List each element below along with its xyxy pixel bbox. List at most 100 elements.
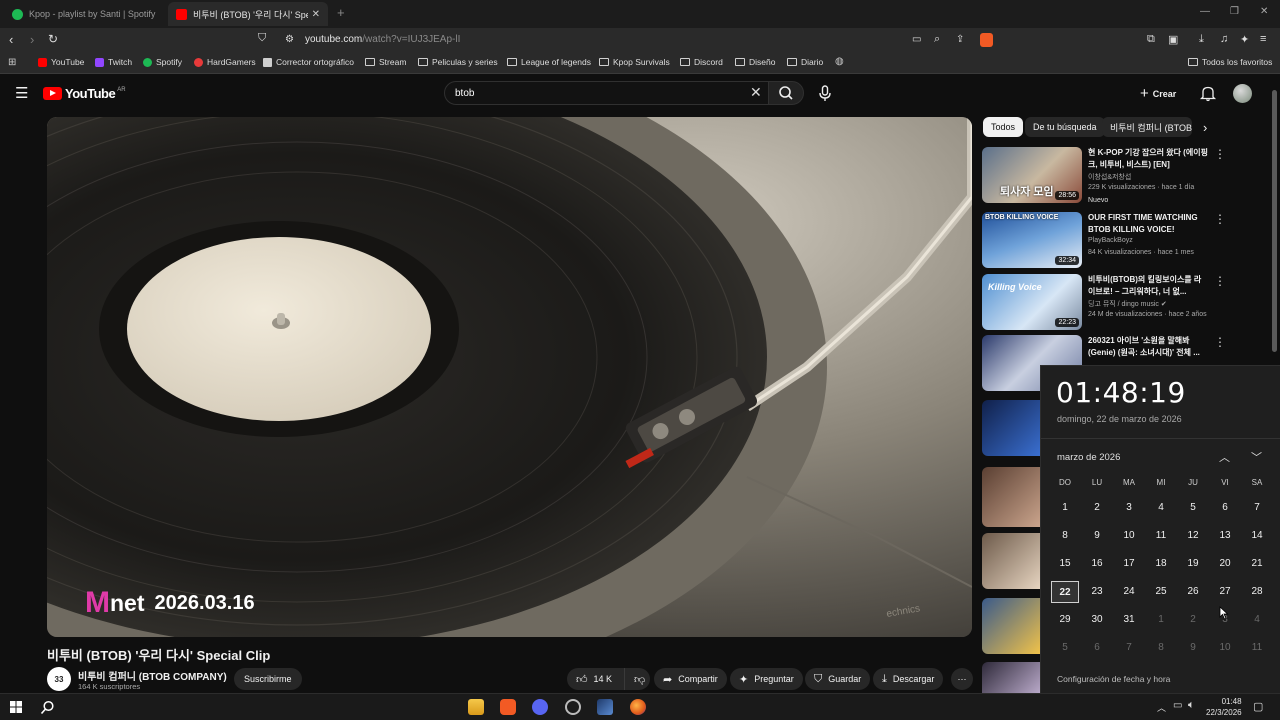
calendar-day[interactable]: 23	[1083, 581, 1111, 603]
file-explorer-icon[interactable]	[468, 699, 484, 715]
share-button[interactable]: ➦ Compartir	[654, 668, 727, 690]
site-info-icon[interactable]: ⚙	[285, 34, 294, 45]
video-thumbnail[interactable]	[982, 400, 1040, 456]
calendar-day[interactable]: 28	[1243, 581, 1271, 603]
like-button[interactable]: 👍︎ 14 K	[567, 668, 625, 690]
forward-icon[interactable]: ›	[30, 32, 34, 47]
new-tab-icon[interactable]: +	[337, 5, 345, 20]
calendar-day[interactable]: 9	[1083, 525, 1111, 547]
calendar-day[interactable]: 1	[1147, 609, 1175, 631]
calendar-day[interactable]: 12	[1179, 525, 1207, 547]
bookmark-folder-kpop[interactable]: Kpop Survivals	[599, 57, 670, 67]
video-thumbnail[interactable]	[982, 662, 1040, 693]
calendar-day[interactable]: 2	[1179, 609, 1207, 631]
video-thumbnail[interactable]	[982, 598, 1040, 654]
calendar-day[interactable]: 26	[1179, 581, 1207, 603]
tab-spotify[interactable]: Kpop - playlist by Santi | Spotify	[4, 2, 164, 26]
bookmark-twitch[interactable]: Twitch	[95, 57, 132, 67]
calendar-day[interactable]: 27	[1211, 581, 1239, 603]
bookmark-folder-lol[interactable]: League of legends	[507, 57, 591, 67]
calendar-day[interactable]: 13	[1211, 525, 1239, 547]
globe-icon[interactable]: ◍	[835, 56, 844, 67]
calendar-day[interactable]: 29	[1051, 609, 1079, 631]
chip-all[interactable]: Todos	[983, 117, 1024, 137]
subscribe-button[interactable]: Suscribirme	[234, 668, 302, 690]
zoom-icon[interactable]: ⌕	[934, 33, 940, 46]
calendar-day[interactable]: 5	[1179, 497, 1207, 519]
video-thumbnail[interactable]	[982, 467, 1040, 527]
page-scrollbar[interactable]	[1272, 90, 1277, 352]
calendar-day[interactable]: 8	[1051, 525, 1079, 547]
calendar-day[interactable]: 4	[1243, 609, 1271, 631]
calendar-day[interactable]: 10	[1115, 525, 1143, 547]
calendar-day[interactable]: 25	[1147, 581, 1175, 603]
maximize-icon[interactable]: ❐	[1230, 6, 1239, 17]
tab-youtube[interactable]: 비투비 (BTOB) '우리 다시' Special ✕	[168, 2, 328, 26]
calendar-day[interactable]: 4	[1147, 497, 1175, 519]
bookmark-corrector[interactable]: Corrector ortográfico	[263, 57, 354, 67]
calendar-day[interactable]: 20	[1211, 553, 1239, 575]
calendar-day[interactable]: 30	[1083, 609, 1111, 631]
minimize-icon[interactable]: —	[1200, 6, 1210, 17]
calendar-day[interactable]: 9	[1179, 637, 1207, 659]
channel-name[interactable]: 비투비 컴퍼니 (BTOB COMPANY)	[78, 668, 227, 683]
calendar-day[interactable]: 19	[1179, 553, 1207, 575]
bookmark-folder-peliculas[interactable]: Peliculas y series	[418, 57, 498, 67]
app-icon[interactable]	[597, 699, 613, 715]
more-vertical-icon[interactable]: ⋮	[1214, 147, 1226, 161]
hamburger-menu-icon[interactable]: ☰	[15, 84, 28, 102]
calendar-day[interactable]: 7	[1243, 497, 1271, 519]
calendar-day[interactable]: 6	[1211, 497, 1239, 519]
tray-clock[interactable]: 01:48 22/3/2026	[1206, 696, 1242, 718]
dislike-button[interactable]: 👎︎	[624, 668, 650, 690]
calendar-day[interactable]: 11	[1147, 525, 1175, 547]
windows-start-icon[interactable]	[10, 701, 22, 713]
calendar-day[interactable]: 24	[1115, 581, 1143, 603]
chevron-up-icon[interactable]: ︿	[1219, 449, 1230, 465]
obs-icon[interactable]	[565, 699, 581, 715]
calendar-month-label[interactable]: marzo de 2026	[1057, 452, 1120, 463]
bookmark-folder-discord[interactable]: Discord	[680, 57, 723, 67]
menu-icon[interactable]: ≡	[1260, 33, 1266, 45]
create-button[interactable]: + Crear	[1140, 85, 1176, 102]
calendar-day[interactable]: 31	[1115, 609, 1143, 631]
firefox-icon[interactable]	[630, 699, 646, 715]
date-time-settings-link[interactable]: Configuración de fecha y hora	[1057, 674, 1170, 684]
network-icon[interactable]: ▭	[1173, 700, 1182, 711]
calendar-day[interactable]: 16	[1083, 553, 1111, 575]
cast-icon[interactable]: ▭	[912, 34, 921, 45]
calendar-day[interactable]: 15	[1051, 553, 1079, 575]
video-thumbnail[interactable]	[982, 533, 1040, 589]
bookmark-youtube[interactable]: YouTube	[38, 57, 84, 67]
calendar-day[interactable]: 18	[1147, 553, 1175, 575]
channel-avatar[interactable]: 33	[47, 667, 71, 691]
chip-from-search[interactable]: De tu búsqueda	[1025, 117, 1105, 137]
downloads-icon[interactable]: ⤓	[1199, 33, 1204, 46]
discord-icon[interactable]	[532, 699, 548, 715]
bookmark-folder-diseno[interactable]: Diseño	[735, 57, 775, 67]
bookmark-hardgamers[interactable]: HardGamers	[194, 57, 256, 67]
calendar-day[interactable]: 7	[1115, 637, 1143, 659]
microphone-icon[interactable]	[815, 83, 835, 103]
download-button[interactable]: ⤓ Descargar	[873, 668, 944, 690]
back-icon[interactable]: ‹	[9, 32, 13, 47]
brave-shield-icon[interactable]	[980, 33, 993, 47]
more-vertical-icon[interactable]: ⋮	[1214, 335, 1226, 349]
calendar-day[interactable]: 1	[1051, 497, 1079, 519]
calendar-day[interactable]: 6	[1083, 637, 1111, 659]
long-date[interactable]: domingo, 22 de marzo de 2026	[1057, 414, 1182, 424]
calendar-day[interactable]: 10	[1211, 637, 1239, 659]
brave-browser-icon[interactable]	[500, 699, 516, 715]
sidebar-icon[interactable]: ▣	[1168, 33, 1178, 46]
close-tab-icon[interactable]: ✕	[312, 9, 320, 20]
video-player[interactable]: echnics	[47, 117, 972, 637]
chip-channel[interactable]: 비투비 컴퍼니 (BTOB	[1102, 117, 1192, 137]
close-window-icon[interactable]: ✕	[1260, 6, 1268, 17]
calendar-day[interactable]: 14	[1243, 525, 1271, 547]
reload-icon[interactable]: ↻	[48, 32, 58, 46]
ask-button[interactable]: ✦ Preguntar	[730, 668, 803, 690]
more-actions-button[interactable]: ⋯	[951, 668, 973, 690]
calendar-day-today[interactable]: 22	[1051, 581, 1079, 603]
calendar-day[interactable]: 5	[1051, 637, 1079, 659]
bookmark-folder-diario[interactable]: Diario	[787, 57, 823, 67]
